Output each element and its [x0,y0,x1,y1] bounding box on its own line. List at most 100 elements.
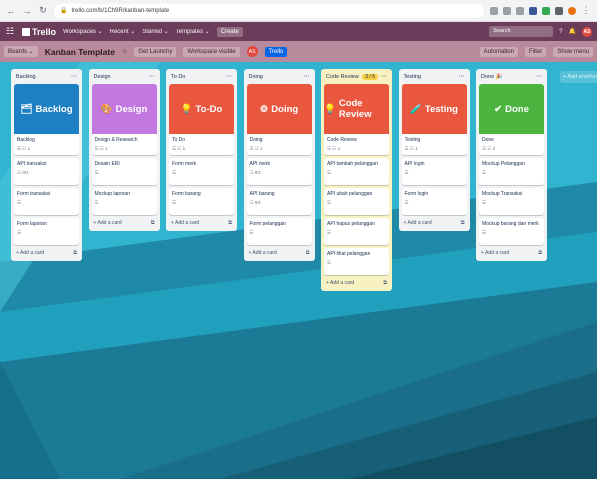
card[interactable]: Form barang ☰ [169,188,234,215]
cover-emoji-icon: 🗂 [20,103,33,115]
card[interactable]: API barang ☷ 0/1 [246,188,312,215]
add-card-button[interactable]: + Add a card [171,220,199,226]
card-template-icon[interactable]: ⧉ [151,220,155,226]
avatar[interactable]: AS [582,26,592,37]
menu-templates[interactable]: Templates ⌄ [176,28,210,35]
automation-button[interactable]: Automation [479,46,518,57]
card[interactable]: API merk ☷ 0/1 [246,158,312,185]
card[interactable]: API lihat pelanggan ☰ [324,248,389,275]
card[interactable]: Form laporan ☰ [14,218,79,245]
cover-title: Backlog [35,103,73,115]
card[interactable]: Desain ERI ☰ [91,158,157,185]
add-another-list-button[interactable]: + Add another list [560,71,597,83]
card[interactable]: 💡 To-Do To Do ☰ ☷ 1 [169,84,234,155]
create-button[interactable]: Create [216,26,243,37]
list-title[interactable]: Done 🎉 [481,74,503,80]
list-header[interactable]: Code Review 3 / 5 ⋯ [324,72,389,81]
card[interactable]: Mockup Transaksi ☰ [479,188,544,215]
more-icon[interactable]: ⋮ [581,5,591,16]
visibility-button[interactable]: Workspace visible [183,46,240,57]
list-menu-icon[interactable]: ⋯ [71,73,77,80]
board-title[interactable]: Kanban Template [45,47,115,57]
list-menu-icon[interactable]: ⋯ [149,73,155,80]
member-avatar[interactable]: AS [246,46,258,57]
list-title[interactable]: Doing [249,74,263,80]
card[interactable]: API hapus pelanggan ☰ [324,218,389,245]
cover-title: Doing [271,103,299,115]
add-card-button[interactable]: + Add a card [16,250,44,256]
list-header[interactable]: Design ⋯ [92,72,157,81]
card[interactable]: Mockup laporan ☰ [91,188,157,215]
card-template-icon[interactable]: ⧉ [73,250,77,256]
card[interactable]: Form pelanggan ☰ [246,218,312,245]
notification-icon[interactable]: 🔔 [569,28,576,35]
card[interactable]: API transaksi ☷ 0/1 [14,158,79,185]
add-card-button[interactable]: + Add a card [94,220,122,226]
card-template-icon[interactable]: ⧉ [538,250,542,256]
card[interactable]: API tambah pelanggan ☰ [324,158,389,185]
help-icon[interactable]: ? [559,29,562,35]
card-badges: ☰ [327,170,332,175]
card-template-icon[interactable]: ⧉ [383,280,387,286]
list-title[interactable]: Backlog [16,74,36,80]
extensions-puzzle-icon[interactable] [555,6,563,15]
star-icon[interactable]: ☆ [122,48,127,55]
extension-icon[interactable] [529,6,537,15]
card[interactable]: Mockup barang dan merk ☰ [479,218,544,245]
extension-icon[interactable] [542,6,550,15]
add-card-button[interactable]: + Add a card [404,220,432,226]
list-title[interactable]: Design [94,74,111,80]
card[interactable]: API login ☰ [401,158,467,185]
list-menu-icon[interactable]: ⋯ [536,73,542,80]
card[interactable]: 🧪 Testing Testing ☰ ☷ 1 [401,84,467,155]
reload-icon[interactable]: ↻ [38,5,48,16]
forward-icon[interactable]: → [22,6,32,16]
menu-recent[interactable]: Recent ⌄ [110,28,136,35]
card[interactable]: Form merk ☰ [169,158,234,185]
profile-icon[interactable] [568,6,576,15]
list-title[interactable]: To Do [171,74,185,80]
card[interactable]: Mockup Pelanggan ☰ [479,158,544,185]
share-button[interactable]: Trello [264,46,288,57]
list-header[interactable]: Testing ⋯ [402,72,467,81]
card-template-icon[interactable]: ⧉ [306,250,310,256]
card[interactable]: 💡 Code Review Code Review ☰ ☷ 1 [324,84,389,155]
cover-emoji-icon: 🧪 [410,103,422,115]
menu-starred[interactable]: Starred ⌄ [142,28,168,35]
share-icon[interactable] [503,6,511,15]
list-menu-icon[interactable]: ⋯ [381,73,387,80]
card[interactable]: Form transaksi ☰ [14,188,79,215]
zoom-icon[interactable] [490,6,498,15]
address-bar[interactable]: 🔒 trello.com/b/1Ch9R/kanban-template [54,3,484,18]
add-card-button[interactable]: + Add a card [481,250,509,256]
add-card-button[interactable]: + Add a card [249,250,277,256]
add-card-button[interactable]: + Add a card [326,280,354,286]
card[interactable]: Form login ☰ [401,188,467,215]
list-header[interactable]: To Do ⋯ [169,72,234,81]
bookmark-star-icon[interactable] [516,6,524,15]
list-header[interactable]: Backlog ⋯ [14,72,79,81]
card[interactable]: ✔ Done Done ☰ ☷ 2 [479,84,544,155]
filter-button[interactable]: Filter [524,46,547,57]
card[interactable]: API ubah pelanggan ☰ [324,188,389,215]
boards-switcher[interactable]: Boards ⌄ [4,46,38,57]
card-template-icon[interactable]: ⧉ [461,220,465,226]
apps-grid-icon[interactable]: ☷ [5,26,15,37]
list-header[interactable]: Done 🎉 ⋯ [479,72,544,81]
search-input[interactable]: Search [489,26,554,37]
card[interactable]: 🎨 Design Design & Research ☰ ☷ 1 [91,84,157,155]
menu-workspaces[interactable]: Workspaces ⌄ [63,28,103,35]
list-menu-icon[interactable]: ⋯ [226,73,232,80]
launch-button[interactable]: Get Launchy [134,46,177,57]
list-menu-icon[interactable]: ⋯ [304,73,310,80]
list-title[interactable]: Code Review [326,74,359,80]
card[interactable]: 🗂 Backlog Backlog ☰ ☷ 1 [14,84,79,155]
list-menu-icon[interactable]: ⋯ [459,73,465,80]
card[interactable]: ⚙ Doing Doing ☰ ☷ 1 [246,84,312,155]
trello-logo[interactable]: Trello [22,27,56,37]
back-icon[interactable]: ← [6,6,16,16]
card-template-icon[interactable]: ⧉ [228,220,232,226]
list-title[interactable]: Testing [404,74,421,80]
list-header[interactable]: Doing ⋯ [247,72,312,81]
show-menu-button[interactable]: Show menu [553,46,593,57]
